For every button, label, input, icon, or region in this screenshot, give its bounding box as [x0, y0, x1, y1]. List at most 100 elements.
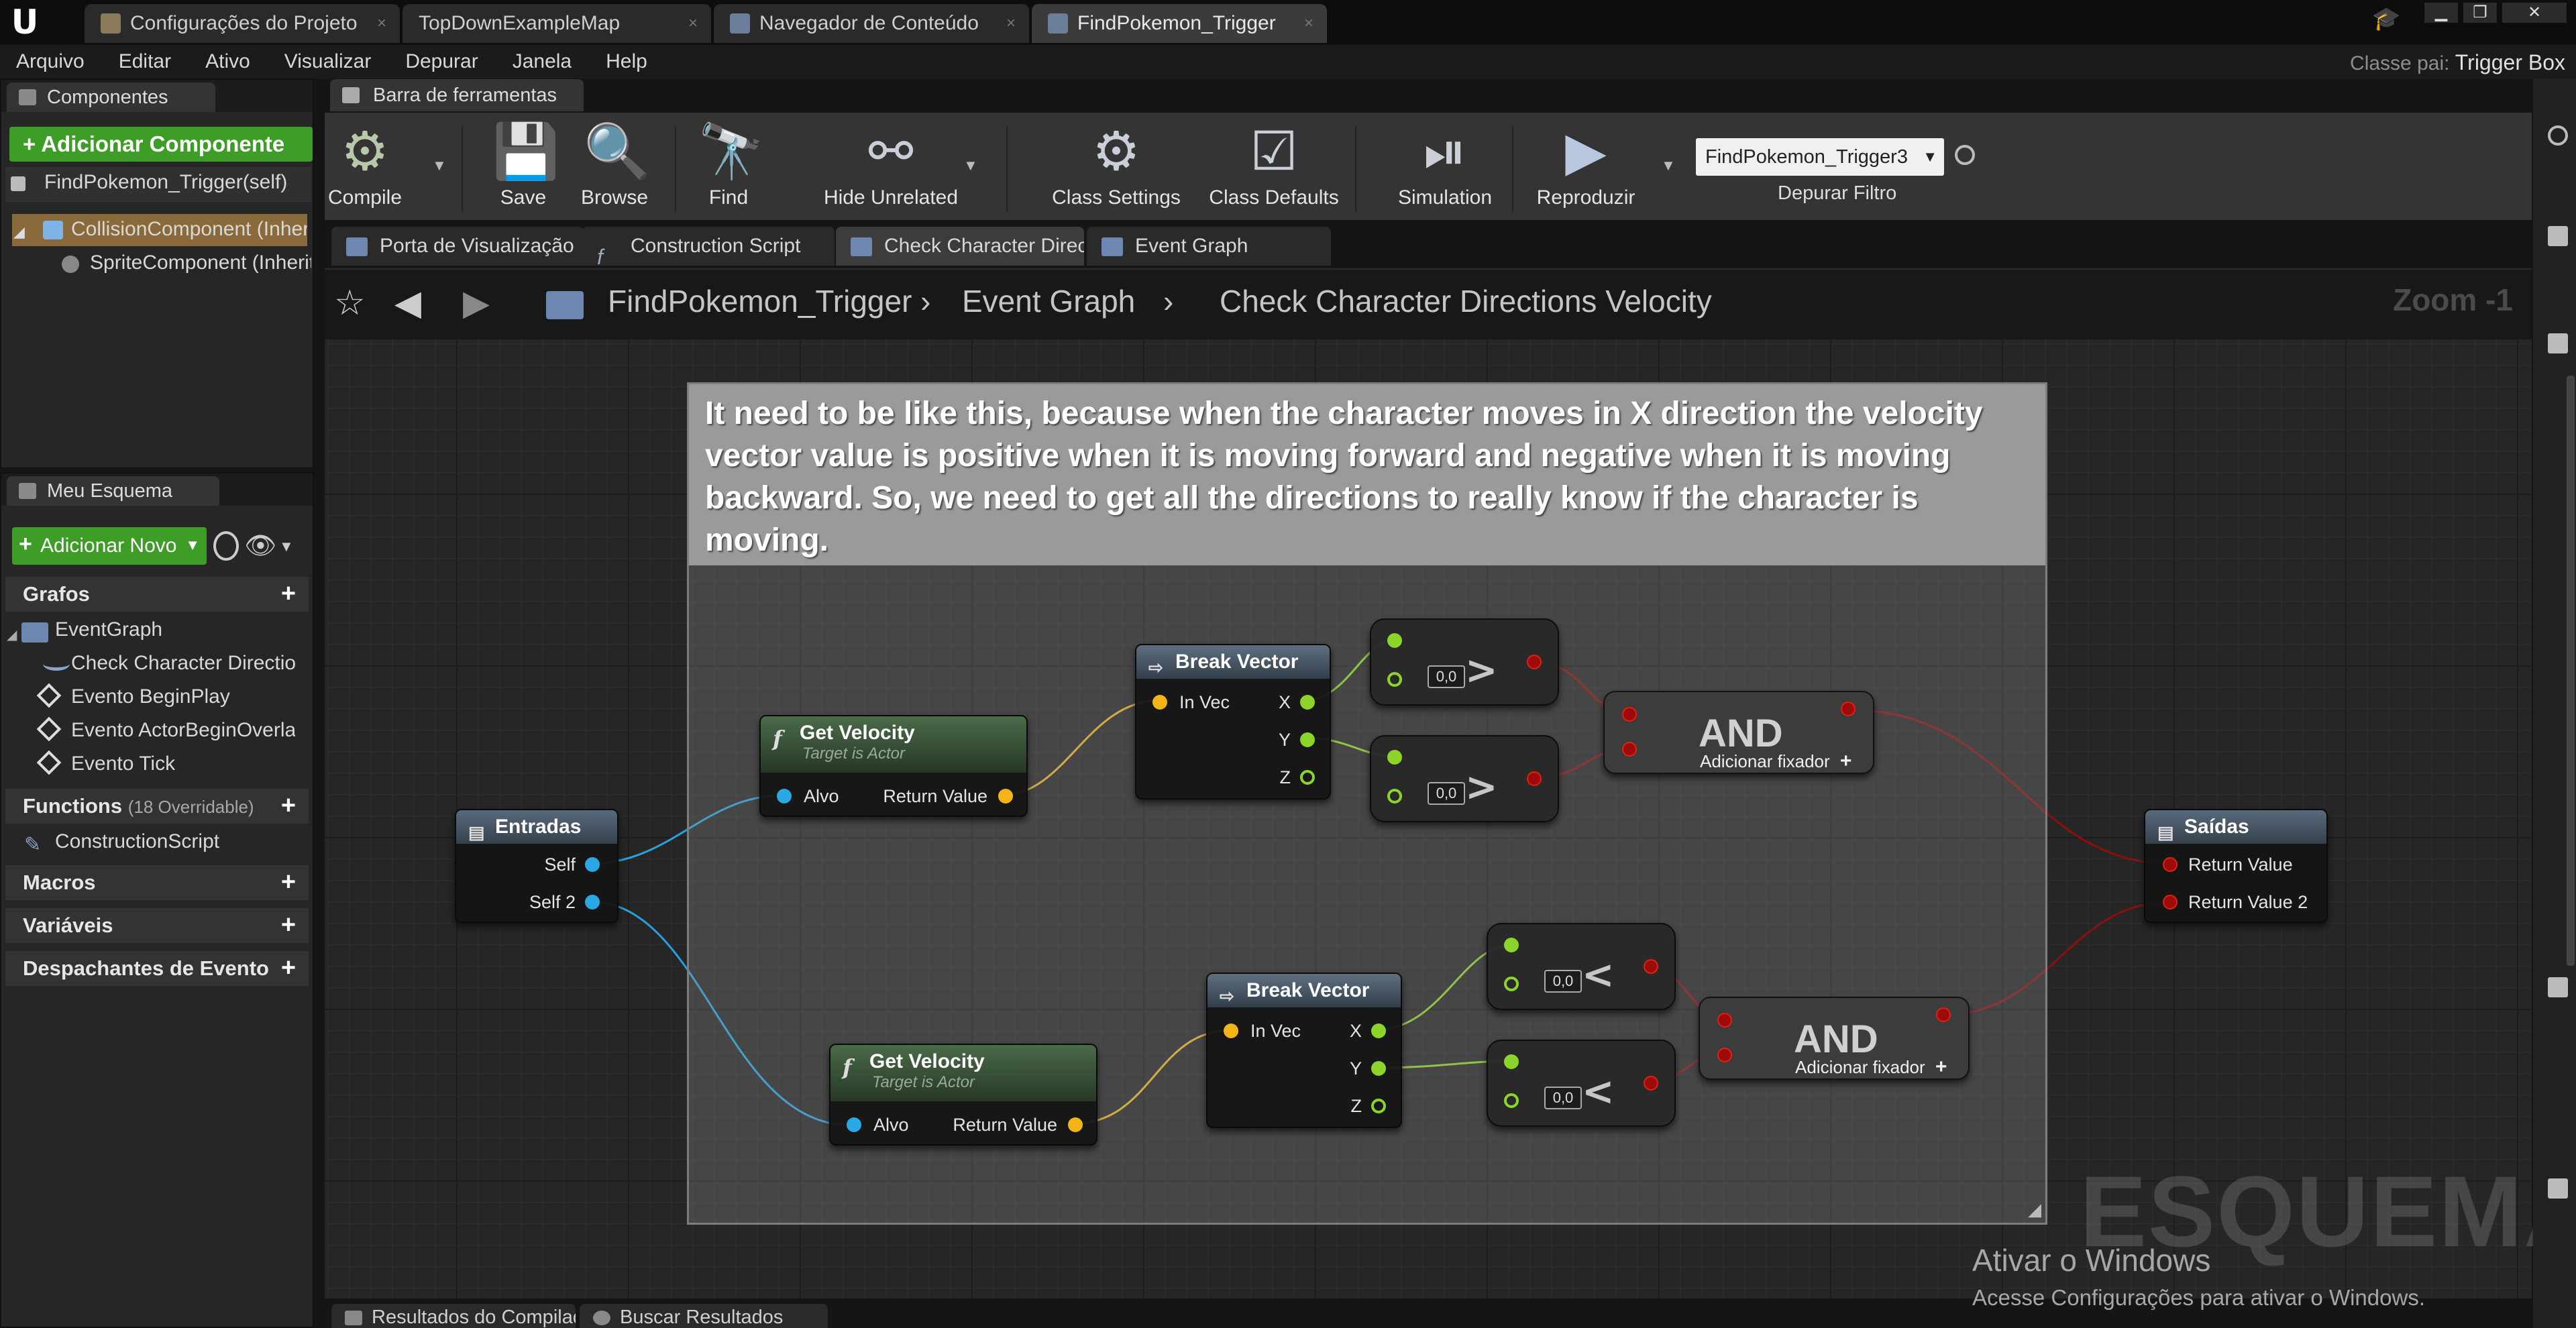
graph-item-beginplay[interactable]: Evento BeginPlay: [71, 685, 230, 708]
pin-a[interactable]: [1387, 750, 1402, 765]
close-icon[interactable]: ×: [1304, 14, 1313, 33]
compare-value-field[interactable]: 0,0: [1428, 665, 1465, 688]
breadcrumb-event-graph[interactable]: Event Graph: [962, 283, 1135, 319]
compare-value-field[interactable]: 0,0: [1428, 782, 1465, 805]
section-functions[interactable]: Functions (18 Overridable) +: [5, 789, 309, 824]
pin-z[interactable]: [1300, 770, 1315, 785]
add-pin-button[interactable]: Adicionar fixador +: [1795, 1056, 1947, 1078]
pin-and-a[interactable]: [1622, 707, 1637, 722]
find-button[interactable]: 🔭 Find: [682, 113, 775, 220]
node-greater-than[interactable]: 0,0 >: [1370, 618, 1559, 706]
menu-depurar[interactable]: Depurar: [389, 50, 496, 73]
pin-b[interactable]: [1387, 672, 1402, 687]
pin-in-vec[interactable]: [1224, 1023, 1238, 1038]
tab-project-settings[interactable]: Configurações do Projeto ×: [85, 4, 400, 43]
node-greater-than[interactable]: 0,0 >: [1370, 735, 1559, 822]
graph-item-check-velocity[interactable]: Check Character Directions Velocity: [71, 652, 295, 675]
tab-event-graph[interactable]: Event Graph: [1087, 227, 1331, 266]
class-settings-button[interactable]: ⚙ Class Settings: [1029, 113, 1203, 220]
favorite-star-icon[interactable]: ☆: [334, 283, 366, 323]
close-icon[interactable]: ×: [1006, 14, 1016, 33]
pin-return-value[interactable]: [2163, 857, 2178, 872]
pin-and-result[interactable]: [1841, 702, 1856, 716]
menu-editar[interactable]: Editar: [103, 50, 189, 73]
pin-and-b[interactable]: [1717, 1048, 1732, 1062]
details-toggle-icon[interactable]: [2548, 226, 2568, 246]
pin-y[interactable]: [1300, 732, 1315, 747]
simulation-button[interactable]: ⏯ Simulation: [1371, 113, 1519, 220]
node-get-velocity[interactable]: f Get Velocity Target is Actor Alvo Retu…: [829, 1044, 1097, 1146]
browse-button[interactable]: 🔍 Browse: [573, 113, 656, 220]
section-variables[interactable]: Variáveis +: [5, 908, 309, 943]
close-icon[interactable]: ×: [377, 14, 386, 33]
tab-compiler-results[interactable]: Resultados do Compilador: [331, 1304, 576, 1328]
close-icon[interactable]: ×: [688, 14, 698, 33]
node-and[interactable]: AND Adicionar fixador +: [1699, 997, 1970, 1080]
pin-target[interactable]: [777, 789, 792, 804]
search-icon[interactable]: [213, 531, 239, 561]
minimize-button[interactable]: ▁: [2424, 3, 2458, 23]
node-get-velocity[interactable]: f Get Velocity Target is Actor Alvo Retu…: [759, 715, 1028, 817]
close-window-button[interactable]: ✕: [2502, 3, 2567, 23]
node-entradas[interactable]: ▤ Entradas Self Self 2: [455, 809, 619, 923]
menu-visualizar[interactable]: Visualizar: [268, 50, 390, 73]
self-component-item[interactable]: FindPokemon_Trigger(self): [44, 171, 287, 194]
pin-x[interactable]: [1371, 1023, 1386, 1038]
pin-result[interactable]: [1644, 1076, 1658, 1091]
section-dispatchers[interactable]: Despachantes de Evento +: [5, 951, 309, 986]
section-macros[interactable]: Macros +: [5, 865, 309, 900]
compile-options-chevron-icon[interactable]: ▼: [432, 157, 447, 174]
node-break-vector[interactable]: ⇨ Break Vector In Vec X Y Z: [1135, 644, 1331, 799]
add-new-button[interactable]: + Adicionar Novo ▼: [12, 527, 207, 565]
tab-components[interactable]: Componentes: [7, 82, 215, 112]
menu-arquivo[interactable]: Arquivo: [0, 50, 103, 73]
checkbox-icon[interactable]: [2548, 977, 2568, 997]
compare-value-field[interactable]: 0,0: [1544, 1087, 1582, 1109]
tab-find-results[interactable]: Buscar Resultados: [580, 1304, 828, 1328]
resize-handle-icon[interactable]: ◢: [2028, 1199, 2041, 1220]
tab-toolbar[interactable]: Barra de ferramentas: [330, 79, 584, 111]
breadcrumb-blueprint[interactable]: FindPokemon_Trigger: [608, 283, 912, 319]
debug-object-select[interactable]: FindPokemon_Trigger3 ▼: [1696, 138, 1944, 176]
hide-unrelated-button[interactable]: ⚯ Hide Unrelated: [797, 113, 985, 220]
pin-result[interactable]: [1644, 959, 1658, 974]
pin-result[interactable]: [1527, 771, 1542, 786]
breadcrumb-function[interactable]: Check Character Directions Velocity: [1220, 283, 1712, 319]
pin-a[interactable]: [1387, 633, 1402, 648]
pin-z[interactable]: [1371, 1099, 1386, 1113]
pin-return-vector[interactable]: [998, 789, 1013, 804]
pin-b[interactable]: [1387, 789, 1402, 804]
tab-my-blueprint[interactable]: Meu Esquema: [7, 476, 219, 506]
pin-a[interactable]: [1504, 1054, 1519, 1069]
node-less-than[interactable]: 0,0 <: [1487, 923, 1676, 1010]
pin-target[interactable]: [847, 1117, 861, 1132]
play-options-chevron-icon[interactable]: ▼: [1661, 157, 1676, 174]
graduation-cap-icon[interactable]: 🎓: [2372, 5, 2400, 32]
compare-value-field[interactable]: 0,0: [1544, 970, 1582, 993]
pin-result[interactable]: [1527, 655, 1542, 669]
tab-viewport[interactable]: Porta de Visualização: [331, 227, 584, 266]
vertical-scrollbar[interactable]: [2567, 376, 2575, 966]
collapse-arrow-icon[interactable]: ◢: [13, 223, 25, 241]
pin-and-result[interactable]: [1936, 1007, 1951, 1022]
pin-and-b[interactable]: [1622, 742, 1637, 757]
forward-arrow-icon[interactable]: ▶: [463, 283, 490, 323]
node-saidas[interactable]: ▤ Saídas Return Value Return Value 2: [2144, 809, 2328, 923]
sprite-component-item[interactable]: SpriteComponent (Inherited): [90, 252, 311, 274]
details-toggle-icon[interactable]: [2548, 333, 2568, 353]
pin-return-vector[interactable]: [1068, 1117, 1083, 1132]
add-macro-button[interactable]: +: [276, 869, 301, 895]
menu-help[interactable]: Help: [590, 50, 665, 73]
menu-janela[interactable]: Janela: [496, 50, 590, 73]
search-icon[interactable]: [2548, 125, 2568, 146]
pin-x[interactable]: [1300, 695, 1315, 710]
pin-self-2[interactable]: [585, 895, 600, 909]
tab-topdown-map[interactable]: TopDownExampleMap ×: [402, 4, 711, 43]
pin-y[interactable]: [1371, 1061, 1386, 1076]
graph-item-eventgraph[interactable]: EventGraph: [55, 618, 162, 641]
add-function-button[interactable]: +: [276, 793, 301, 818]
eye-icon[interactable]: 👁: [244, 531, 276, 561]
hide-unrelated-options-chevron-icon[interactable]: ▼: [963, 157, 978, 174]
node-break-vector[interactable]: ⇨ Break Vector In Vec X Y Z: [1206, 973, 1402, 1128]
save-button[interactable]: 💾 Save: [482, 113, 565, 220]
